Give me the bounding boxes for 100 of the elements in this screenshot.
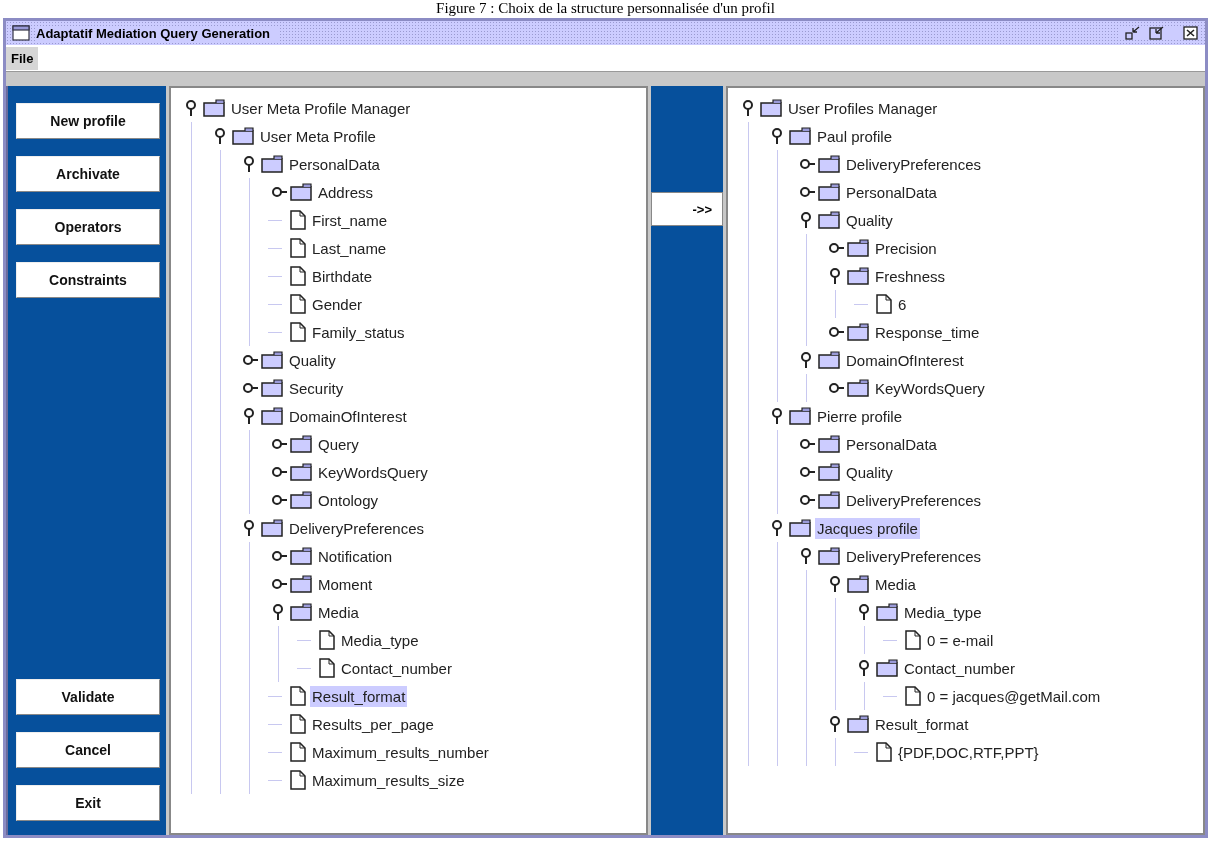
folder-icon (261, 379, 283, 397)
tree-node-label[interactable]: Precision (873, 237, 939, 259)
maximize-icon[interactable] (1149, 26, 1165, 40)
tree-node-label[interactable]: Quality (844, 461, 895, 483)
side-button[interactable]: Operators (16, 209, 160, 245)
file-icon (290, 210, 306, 230)
folder-icon (818, 183, 840, 201)
folder-icon (818, 491, 840, 509)
tree-node-label[interactable]: Media_type (339, 629, 421, 651)
tree-node-label[interactable]: Response_time (873, 321, 982, 343)
folder-icon (261, 155, 283, 173)
transfer-button[interactable]: ->> (651, 192, 723, 226)
tree-node-label[interactable]: Query (316, 433, 361, 455)
tree-node-label[interactable]: DomainOfInterest (287, 405, 409, 427)
folder-icon (290, 547, 312, 565)
tree-node-label[interactable]: PersonalData (287, 153, 382, 175)
tree-node-label[interactable]: Quality (287, 349, 338, 371)
folder-icon (789, 519, 811, 537)
tree-node-label[interactable]: {PDF,DOC,RTF,PPT} (896, 741, 1041, 763)
tree-node-label[interactable]: Maximum_results_number (310, 741, 491, 763)
folder-icon (876, 603, 898, 621)
folder-icon (847, 379, 869, 397)
tree-node-label[interactable]: Ontology (316, 489, 381, 511)
file-icon (290, 322, 306, 342)
side-button[interactable]: New profile (16, 103, 160, 139)
tree-node-label[interactable]: Media (873, 573, 918, 595)
folder-icon (847, 575, 869, 593)
tree-node-label[interactable]: Quality (844, 209, 895, 231)
tree-node-label[interactable]: 6 (896, 293, 909, 315)
tree-node-label[interactable]: 0 = jacques@getMail.com (925, 685, 1103, 707)
figure-caption: Figure 7 : Choix de la structure personnalisée d'un profil (436, 0, 775, 16)
minimize-icon[interactable] (1125, 26, 1141, 40)
tree-node-label[interactable]: Gender (310, 293, 365, 315)
tree-node-label[interactable]: Moment (316, 573, 375, 595)
folder-icon (818, 351, 840, 369)
tree-node-label[interactable]: Media (316, 601, 361, 623)
tree-node-label[interactable]: Last_name (310, 237, 389, 259)
tree-node-label[interactable]: DeliveryPreferences (844, 489, 984, 511)
tree-node-label[interactable]: Contact_number (339, 657, 454, 679)
file-icon (290, 238, 306, 258)
tree-node-label[interactable]: KeyWordsQuery (873, 377, 987, 399)
tree-node-label[interactable]: Security (287, 377, 346, 399)
tree-node-label[interactable]: Results_per_page (310, 713, 436, 735)
window-title: Adaptatif Mediation Query Generation (36, 25, 279, 41)
tree-node-label[interactable]: Maximum_results_size (310, 769, 467, 791)
tree-node-label[interactable]: User Meta Profile Manager (229, 97, 413, 119)
folder-icon (876, 659, 898, 677)
tree-node-label[interactable]: PersonalData (844, 181, 939, 203)
folder-icon (290, 183, 312, 201)
tree-node-label[interactable]: 0 = e-mail (925, 629, 996, 651)
tree-node-label[interactable]: Paul profile (815, 125, 895, 147)
folder-icon (847, 239, 869, 257)
tree-node-label[interactable]: Result_format (873, 713, 971, 735)
tree-node-label[interactable]: Birthdate (310, 265, 375, 287)
tree-node-label[interactable]: DeliveryPreferences (287, 517, 427, 539)
file-icon (290, 714, 306, 734)
tree-node-label[interactable]: Result_format (310, 685, 408, 707)
tree-node-label[interactable]: Media_type (902, 601, 984, 623)
file-icon (290, 770, 306, 790)
side-button[interactable]: Exit (16, 785, 160, 821)
side-button[interactable]: Archivate (16, 156, 160, 192)
tree-node-label[interactable]: User Meta Profile (258, 125, 378, 147)
side-button[interactable]: Constraints (16, 262, 160, 298)
folder-icon (847, 267, 869, 285)
tree-node-label[interactable]: User Profiles Manager (786, 97, 940, 119)
tree-node-label[interactable]: Contact_number (902, 657, 1017, 679)
tree-node-label[interactable]: DeliveryPreferences (844, 153, 984, 175)
tree-node-label[interactable]: First_name (310, 209, 390, 231)
file-icon (290, 686, 306, 706)
folder-icon (290, 463, 312, 481)
folder-icon (818, 435, 840, 453)
tree-node-label[interactable]: Pierre profile (815, 405, 905, 427)
file-icon (876, 294, 892, 314)
tree-node-label[interactable]: Notification (316, 545, 395, 567)
tree-node-label[interactable]: DomainOfInterest (844, 349, 966, 371)
folder-icon (261, 351, 283, 369)
tree-node-label[interactable]: PersonalData (844, 433, 939, 455)
tree-node-label[interactable]: DeliveryPreferences (844, 545, 984, 567)
file-icon (319, 630, 335, 650)
side-button[interactable]: Cancel (16, 732, 160, 768)
file-icon (290, 742, 306, 762)
close-icon[interactable] (1183, 26, 1199, 40)
folder-icon (290, 491, 312, 509)
side-button[interactable]: Validate (16, 679, 160, 715)
folder-icon (760, 99, 782, 117)
tree-node-label[interactable]: KeyWordsQuery (316, 461, 430, 483)
folder-icon (290, 435, 312, 453)
window-icon (12, 25, 30, 41)
tree-node-label[interactable]: Address (316, 181, 376, 203)
file-icon (905, 686, 921, 706)
folder-icon (847, 715, 869, 733)
menu-item[interactable]: File (6, 46, 39, 70)
file-icon (319, 658, 335, 678)
tree-node-label[interactable]: Jacques profile (815, 517, 920, 539)
file-icon (876, 742, 892, 762)
folder-icon (261, 407, 283, 425)
tree-node-label[interactable]: Family_status (310, 321, 407, 343)
tree-node-label[interactable]: Freshness (873, 265, 948, 287)
folder-icon (847, 323, 869, 341)
file-icon (290, 294, 306, 314)
